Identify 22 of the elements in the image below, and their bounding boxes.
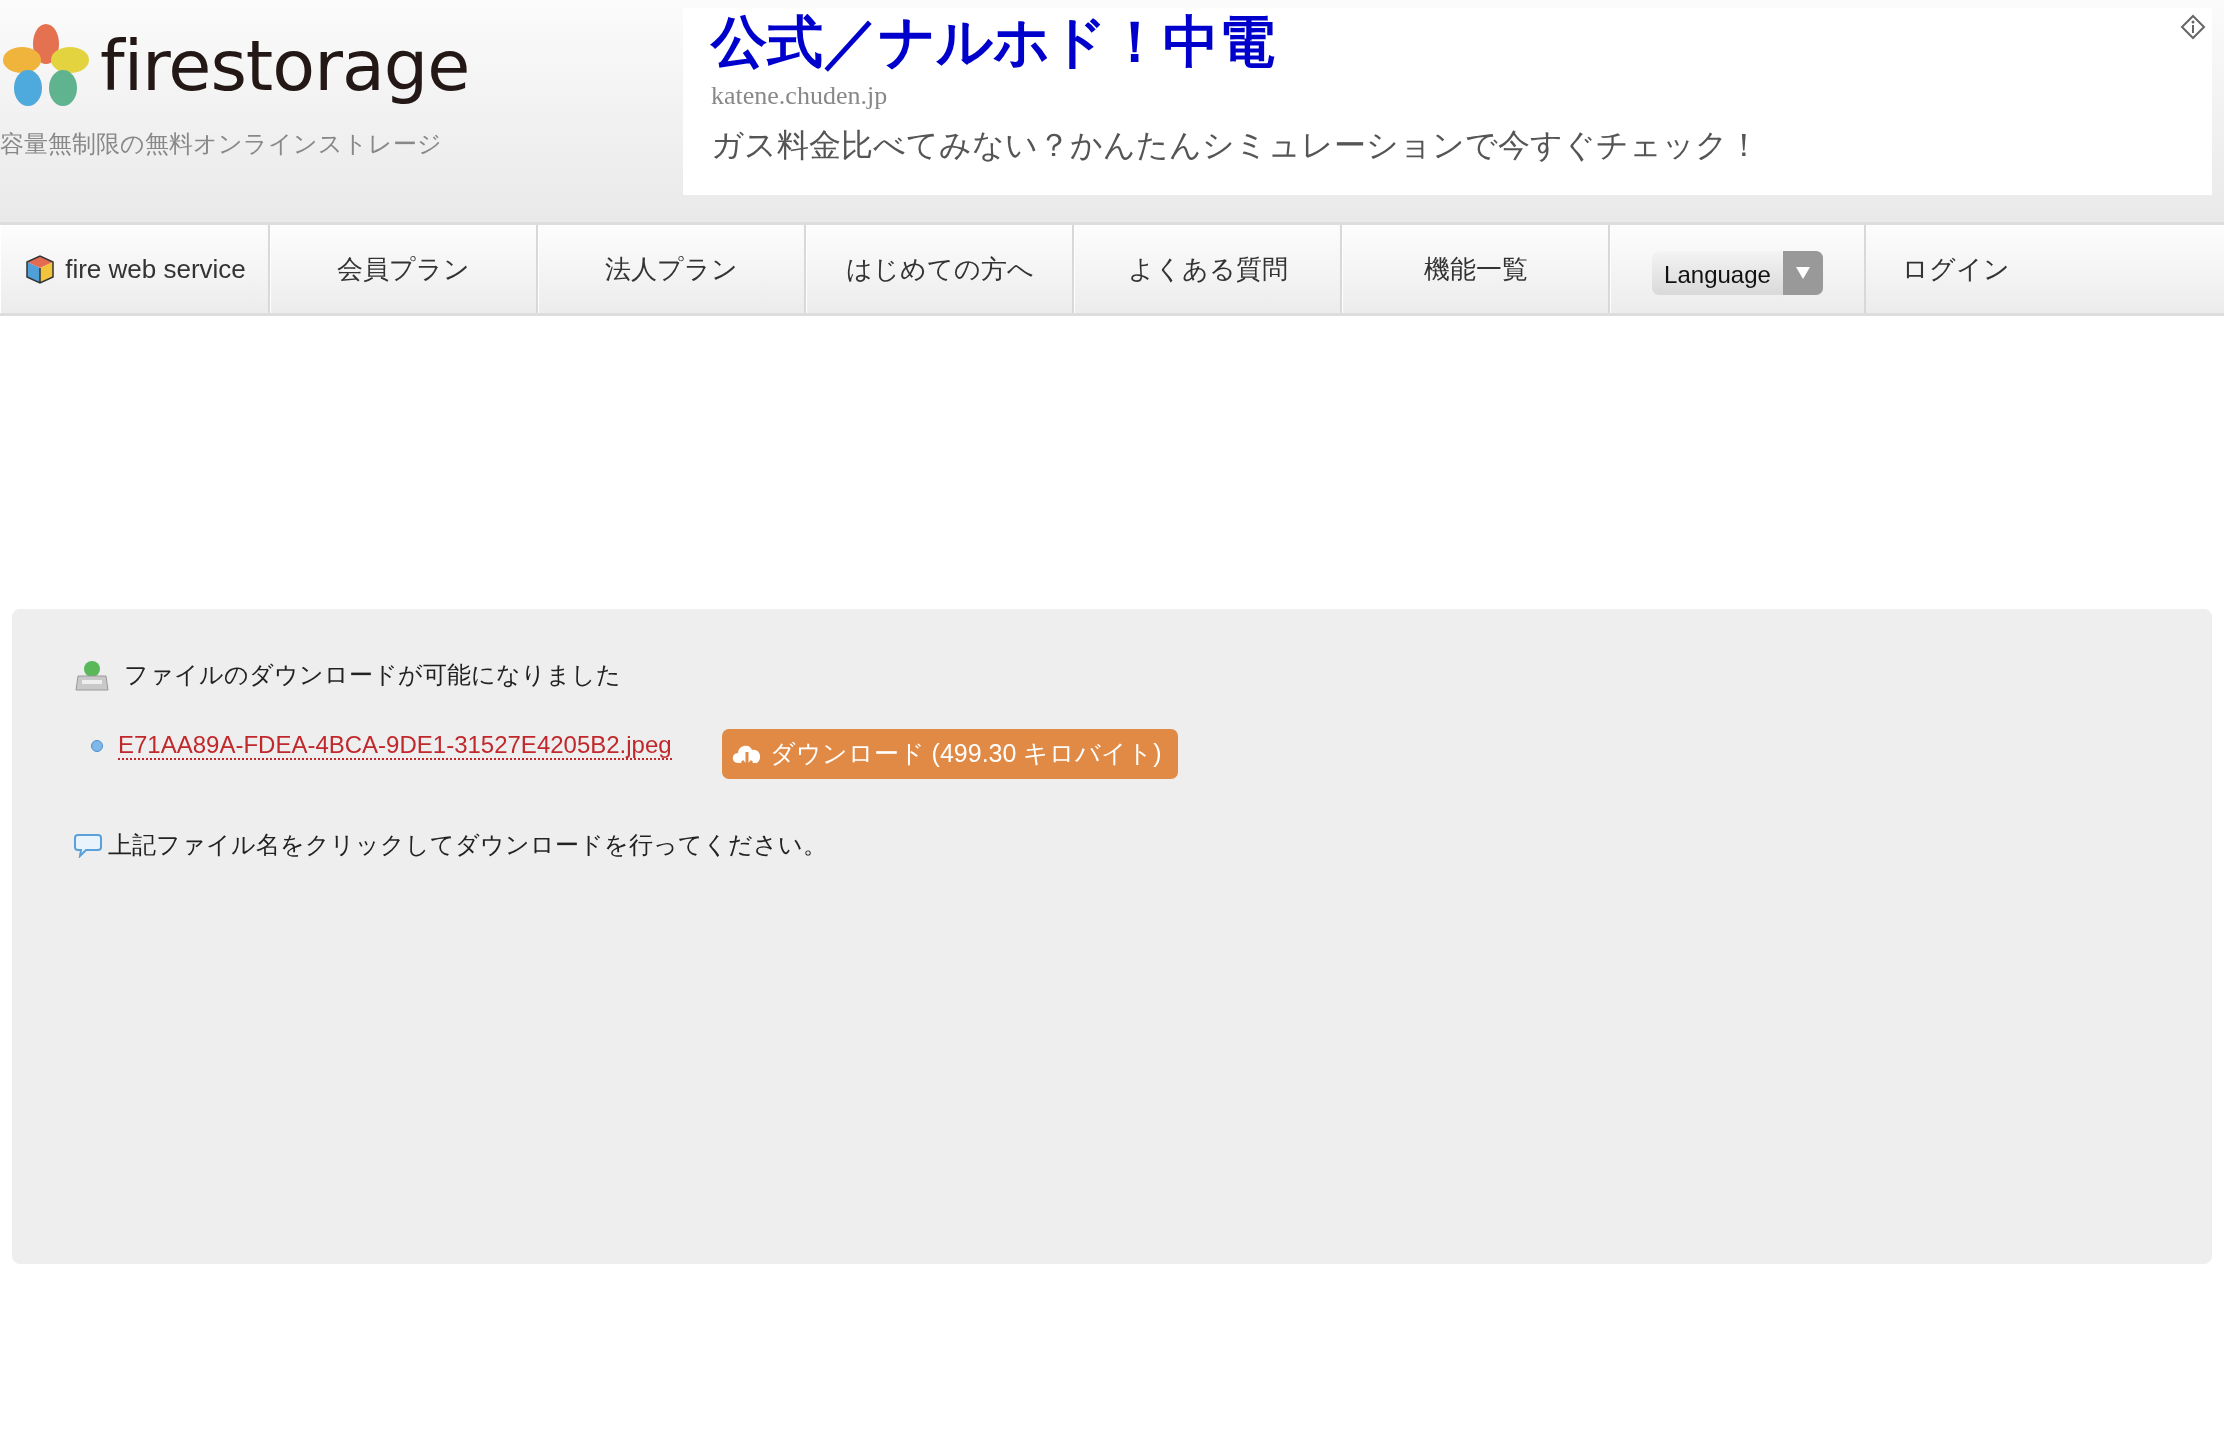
nav-link[interactable]: fire web service xyxy=(0,225,270,313)
ad-title[interactable]: 公式／ナルホド！中電 xyxy=(711,12,2212,74)
tagline: 容量無制限の無料オンラインストレージ xyxy=(0,129,443,159)
nav-link[interactable]: 会員プラン xyxy=(270,225,538,313)
ad-url: katene.chuden.jp xyxy=(711,79,889,112)
language-dropdown[interactable]: Language xyxy=(1652,251,1823,295)
speech-bubble-icon xyxy=(74,832,102,858)
nav-link[interactable]: 法人プラン xyxy=(538,225,806,313)
nav-link[interactable]: はじめての方へ xyxy=(806,225,1074,313)
ad-description: ガス料金比べてみない？かんたんシミュレーションで今すぐチェック！ xyxy=(711,125,1761,165)
download-heading: ファイルのダウンロードが可能になりました xyxy=(124,660,621,690)
info-icon[interactable] xyxy=(2180,14,2206,40)
caret-icon xyxy=(1794,266,1811,280)
tray-icon xyxy=(74,658,110,692)
instruction-text: 上記ファイル名をクリックしてダウンロードを行ってください。 xyxy=(108,830,827,860)
nav-link-label: fire web service xyxy=(65,252,246,286)
ad-banner[interactable]: 公式／ナルホド！中電 katene.chuden.jp ガス料金比べてみない？かんたんシミュレーションで今すぐチェック！ xyxy=(683,8,2212,195)
login-link[interactable]: ログイン xyxy=(1866,225,2010,313)
nav-link[interactable]: よくある質問 xyxy=(1074,225,1342,313)
nav-link[interactable]: 機能一覧 xyxy=(1342,225,1610,313)
file-name-link[interactable]: E71AA89A-FDEA-4BCA-9DE1-31527E4205B2.jpeg xyxy=(118,731,672,761)
bullet-icon xyxy=(90,739,104,753)
